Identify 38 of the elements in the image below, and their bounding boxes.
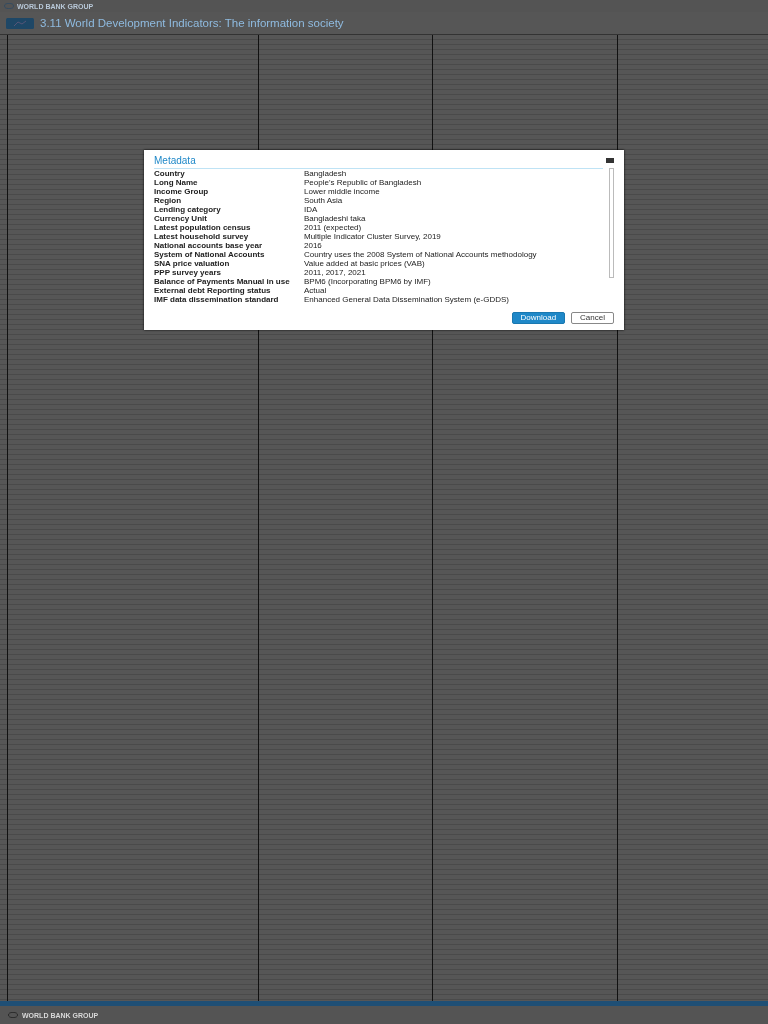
metadata-label: Latest population census xyxy=(154,223,252,232)
metadata-value: Bangladesh xyxy=(304,169,348,178)
metadata-value: 2011 (expected) xyxy=(304,223,363,232)
metadata-value: Value added at basic prices (VAB) xyxy=(304,259,426,268)
metadata-label: PPP survey years xyxy=(154,268,222,277)
metadata-label: Region xyxy=(154,196,183,205)
metadata-label: SNA price valuation xyxy=(154,259,231,268)
globe-logo-icon xyxy=(4,3,14,9)
download-button[interactable]: Download xyxy=(511,312,566,324)
metadata-label: Income Group xyxy=(154,187,210,196)
dialog-title: Metadata xyxy=(154,155,196,166)
metadata-label: External debt Reporting status xyxy=(154,286,272,295)
metadata-label: Currency Unit xyxy=(154,214,208,223)
globe-logo-icon xyxy=(8,1012,18,1018)
metadata-label: IMF data dissemination standard xyxy=(154,295,280,304)
metadata-value: BPM6 (Incorporating BPM6 by IMF) xyxy=(304,277,432,286)
metadata-value: Country uses the 2008 System of National Accounts methodology xyxy=(304,250,538,259)
metadata-value: People's Republic of Bangladesh xyxy=(304,178,423,187)
page-title: 3.11 World Development Indicators: The information society xyxy=(40,17,344,29)
metadata-value: South Asia xyxy=(304,196,344,205)
metadata-label: Latest household survey xyxy=(154,232,250,241)
metadata-label: Long Name xyxy=(154,178,199,187)
metadata-label: Lending category xyxy=(154,205,222,214)
metadata-value: Lower middle income xyxy=(304,187,381,196)
chart-badge-icon xyxy=(6,17,34,29)
metadata-value: 2011, 2017, 2021 xyxy=(304,268,367,277)
metadata-label: Balance of Payments Manual in use xyxy=(154,277,291,286)
metadata-label: National accounts base year xyxy=(154,241,264,250)
cancel-button[interactable]: Cancel xyxy=(571,312,614,324)
metadata-label: System of National Accounts xyxy=(154,250,266,259)
metadata-value: Bangladeshi taka xyxy=(304,214,367,223)
metadata-value: Actual xyxy=(304,286,328,295)
scrollbar[interactable] xyxy=(609,168,614,278)
metadata-value: 2016 xyxy=(304,241,323,250)
metadata-label: Country xyxy=(154,169,186,178)
metadata-value: Enhanced General Data Dissemination System (e-GDDS) xyxy=(304,295,510,304)
metadata-value: IDA xyxy=(304,205,319,214)
metadata-value: Multiple Indicator Cluster Survey, 2019 xyxy=(304,232,442,241)
